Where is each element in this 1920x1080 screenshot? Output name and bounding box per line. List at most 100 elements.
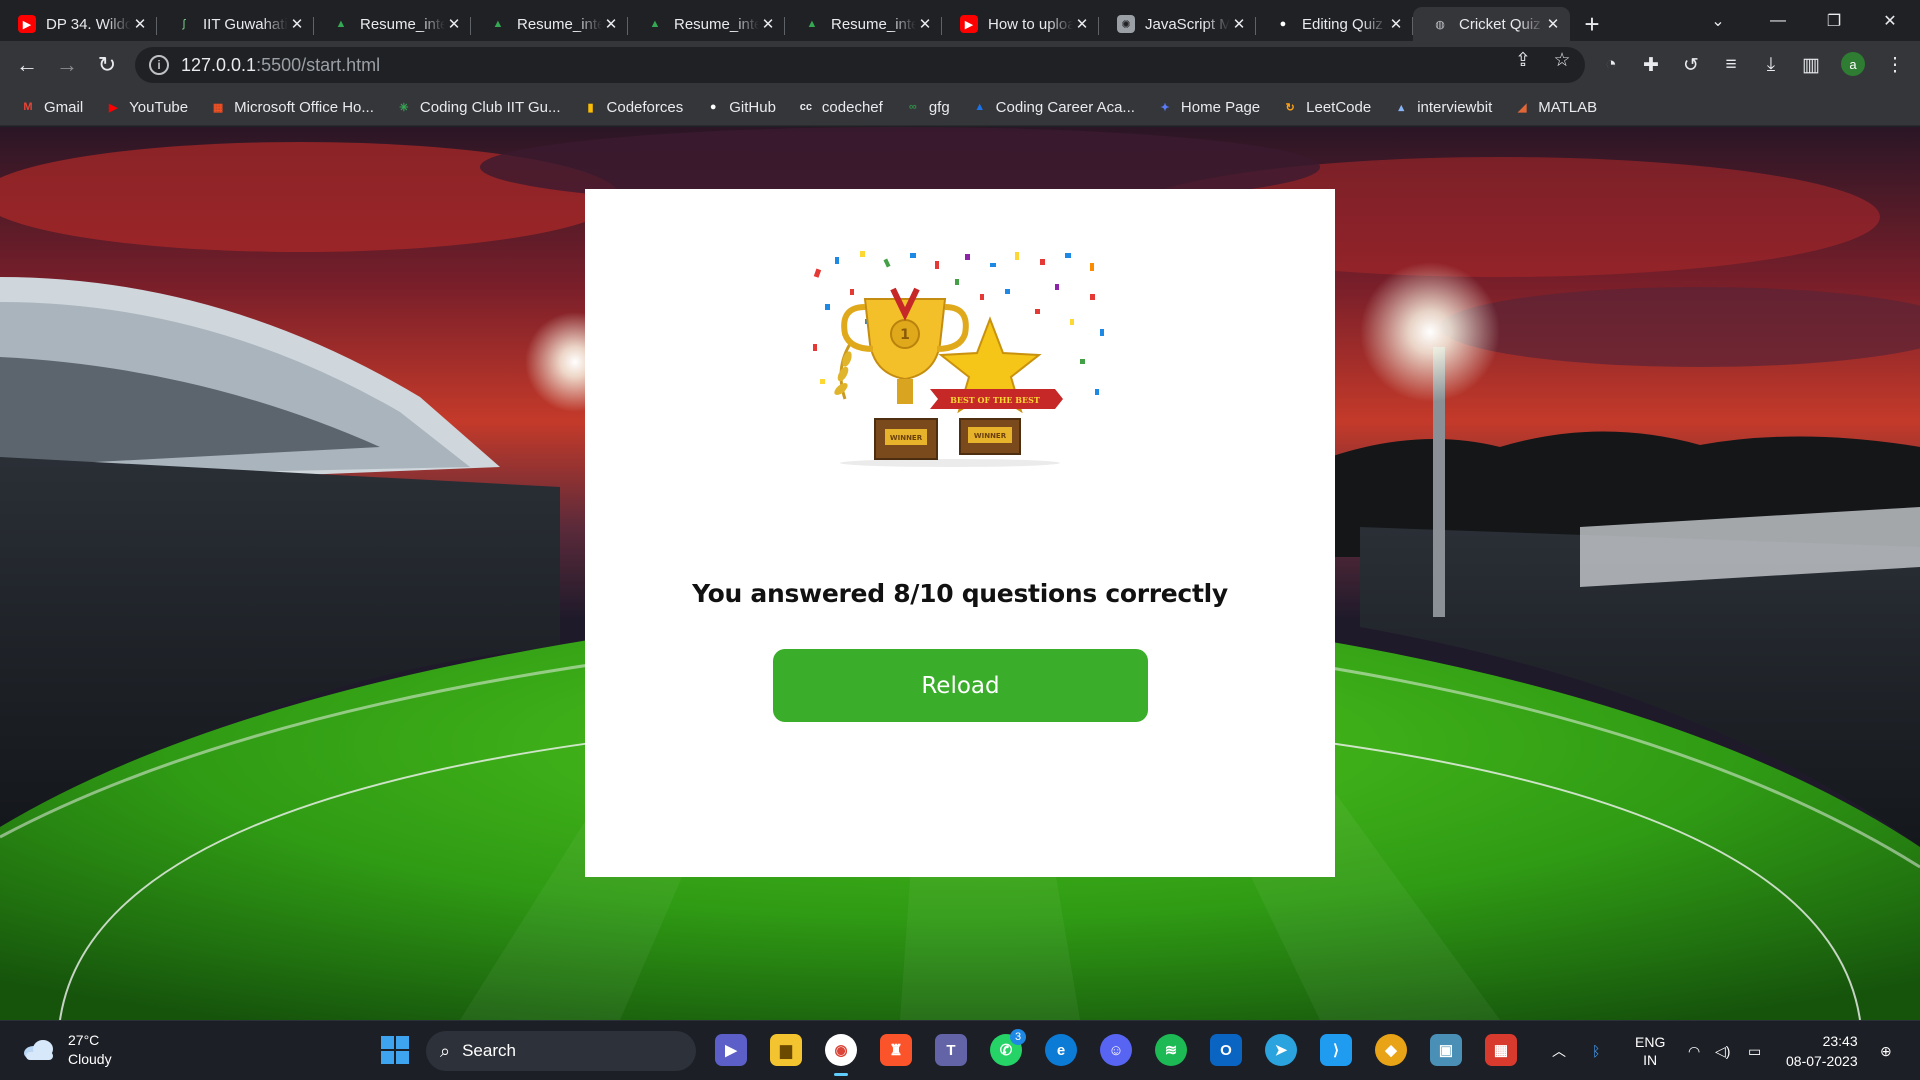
tab-title: Resume_intern	[831, 15, 916, 33]
outlook-icon[interactable]: O	[1210, 1034, 1242, 1066]
bookmark-item[interactable]: ↻ LeetCode	[1282, 99, 1372, 116]
bluetooth-icon[interactable]: ᛒ	[1592, 1021, 1600, 1080]
tab-title: Resume_intern	[360, 15, 445, 33]
close-tab-icon[interactable]: ✕	[1230, 15, 1248, 33]
quiz-result-card: 1 BEST OF THE BEST WINNER WINNER You ans…	[585, 189, 1335, 877]
tab-title: JavaScript Mini	[1145, 15, 1230, 33]
tab-search-icon[interactable]: ⌄	[1690, 0, 1746, 41]
office-icon: ▦	[212, 101, 224, 114]
sync-icon[interactable]: ↺	[1677, 51, 1705, 79]
back-button[interactable]: ←	[11, 49, 43, 81]
forward-button[interactable]: →	[51, 49, 83, 81]
browser-tab[interactable]: ▲ Resume_intern✕	[471, 7, 628, 41]
profile-avatar[interactable]: a	[1841, 52, 1865, 76]
bookmark-item[interactable]: ● GitHub	[705, 99, 776, 116]
bookmark-item[interactable]: cc codechef	[798, 99, 883, 116]
tab-title: Resume_intern	[517, 15, 602, 33]
bookmark-item[interactable]: ▶ YouTube	[105, 99, 188, 116]
bookmark-star-icon[interactable]: ☆	[1551, 49, 1573, 71]
browser-tab[interactable]: ● Editing Quiz ✕	[1256, 7, 1413, 41]
close-tab-icon[interactable]: ✕	[759, 15, 777, 33]
reload-quiz-button[interactable]: Reload	[773, 649, 1148, 722]
extensions-puzzle-icon[interactable]: ✚	[1637, 51, 1665, 79]
volume-icon[interactable]: ◁)	[1715, 1021, 1730, 1080]
close-tab-icon[interactable]: ✕	[288, 15, 306, 33]
chrome-icon[interactable]: ◉	[825, 1034, 857, 1076]
close-tab-icon[interactable]: ✕	[1544, 15, 1562, 33]
restore-button[interactable]: ❐	[1806, 0, 1862, 41]
browser-tab[interactable]: ◍ Cricket Quiz ✕	[1413, 7, 1570, 41]
search-icon: ⌕	[440, 1040, 451, 1061]
file-explorer-icon[interactable]: ▆	[770, 1034, 802, 1066]
tab-title: Resume_intern	[674, 15, 759, 33]
teams-icon[interactable]: T	[935, 1034, 967, 1066]
browser-tab[interactable]: ▲ Resume_intern✕	[314, 7, 471, 41]
discord-icon[interactable]: ☺	[1100, 1034, 1132, 1066]
vscode-icon[interactable]: ⟩	[1320, 1034, 1352, 1066]
url-text[interactable]: 127.0.0.1:5500/start.html	[181, 55, 380, 76]
minimize-button[interactable]: —	[1750, 0, 1806, 41]
close-tab-icon[interactable]: ✕	[916, 15, 934, 33]
snipping-tool-icon[interactable]: ▣	[1430, 1034, 1462, 1066]
home-page-icon: ✦	[1160, 101, 1170, 114]
tab-title: IIT Guwahati	[203, 15, 288, 33]
browser-tab[interactable]: ʃ IIT Guwahati ✕	[157, 7, 314, 41]
telegram-icon[interactable]: ➤	[1265, 1034, 1297, 1066]
tab-strip: ▶DP 34. Wildcard Matching✕ʃIIT Guwahati✕…	[0, 0, 1920, 41]
wifi-icon[interactable]: ◠	[1688, 1021, 1700, 1080]
gfg-icon: ∞	[908, 101, 917, 113]
gmail-icon: M	[23, 101, 33, 113]
browser-tab[interactable]: ▶ How to upload✕	[942, 7, 1099, 41]
system-clock[interactable]: 23:43 08-07-2023	[1786, 1031, 1858, 1071]
quiz-page: 1 BEST OF THE BEST WINNER WINNER You ans…	[0, 127, 1920, 1020]
spotify-icon[interactable]: ≋	[1155, 1034, 1187, 1066]
weather-widget[interactable]: 27°C Cloudy	[22, 1031, 112, 1069]
edge-icon[interactable]: e	[1045, 1034, 1077, 1066]
close-tab-icon[interactable]: ✕	[1387, 15, 1405, 33]
bookmark-item[interactable]: M Gmail	[20, 99, 83, 116]
share-icon[interactable]: ⇪	[1512, 49, 1534, 71]
media-playlist-icon[interactable]: ≡	[1717, 51, 1745, 79]
downloads-icon[interactable]: ⤓	[1757, 51, 1785, 79]
windows-store-app-icon[interactable]: ▦	[1485, 1034, 1517, 1066]
tray-overflow-icon[interactable]: ︿	[1552, 1021, 1566, 1080]
browser-tab[interactable]: ▶ DP 34. Wildcard Matching✕	[0, 7, 157, 41]
bookmark-item[interactable]: ▲ Coding Career Aca...	[972, 99, 1135, 116]
browser-tab[interactable]: ▲ Resume_intern✕	[628, 7, 785, 41]
brave-icon[interactable]: ♜	[880, 1034, 912, 1066]
bookmark-item[interactable]: ∞ gfg	[905, 99, 950, 116]
bookmark-item[interactable]: ✦ Home Page	[1157, 99, 1260, 116]
bookmark-item[interactable]: ✳ Coding Club IIT Gu...	[396, 99, 560, 116]
teams-meet-icon[interactable]: ▶	[715, 1034, 747, 1066]
close-window-button[interactable]: ✕	[1862, 0, 1918, 41]
address-bar[interactable]: i 127.0.0.1:5500/start.html	[135, 47, 1585, 83]
close-tab-icon[interactable]: ✕	[131, 15, 149, 33]
browser-menu-icon[interactable]: ⋮	[1881, 51, 1909, 79]
close-tab-icon[interactable]: ✕	[1073, 15, 1091, 33]
bookmark-label: Microsoft Office Ho...	[234, 98, 374, 116]
bookmark-item[interactable]: ▴ interviewbit	[1393, 99, 1492, 116]
github-icon: ●	[709, 101, 717, 113]
side-panel-icon[interactable]: ▥	[1797, 51, 1825, 79]
browser-tab[interactable]: ▲ Resume_intern✕	[785, 7, 942, 41]
language-indicator[interactable]: ENG IN	[1635, 1021, 1665, 1080]
windows-taskbar: 27°C Cloudy ⌕ Search ▶ ▆ ◉ ♜ T ✆ 3 e ☺ ≋…	[0, 1020, 1920, 1080]
battery-icon[interactable]: ▭	[1748, 1021, 1761, 1080]
bookmark-item[interactable]: ▮ Codeforces	[583, 99, 683, 116]
youtube-icon: ▶	[18, 15, 36, 33]
notifications-icon[interactable]: ⊕	[1880, 1021, 1892, 1080]
leetcode-icon: ↻	[1285, 101, 1295, 114]
vpn-shield-icon[interactable]: ◆	[1375, 1034, 1407, 1066]
site-info-icon[interactable]: i	[149, 55, 169, 75]
windows-start-icon[interactable]	[381, 1036, 409, 1064]
bookmark-item[interactable]: ◢ MATLAB	[1514, 99, 1597, 116]
taskbar-search-box[interactable]: ⌕ Search	[426, 1031, 696, 1071]
extension-shield-icon[interactable]: ◔	[1597, 51, 1625, 79]
bookmark-item[interactable]: ▦ Microsoft Office Ho...	[210, 99, 374, 116]
reload-page-button[interactable]: ↻	[91, 49, 123, 81]
new-tab-button[interactable]: +	[1572, 7, 1612, 41]
close-tab-icon[interactable]: ✕	[602, 15, 620, 33]
youtube-icon: ▶	[108, 101, 118, 114]
browser-tab[interactable]: ✺ JavaScript Mini✕	[1099, 7, 1256, 41]
close-tab-icon[interactable]: ✕	[445, 15, 463, 33]
